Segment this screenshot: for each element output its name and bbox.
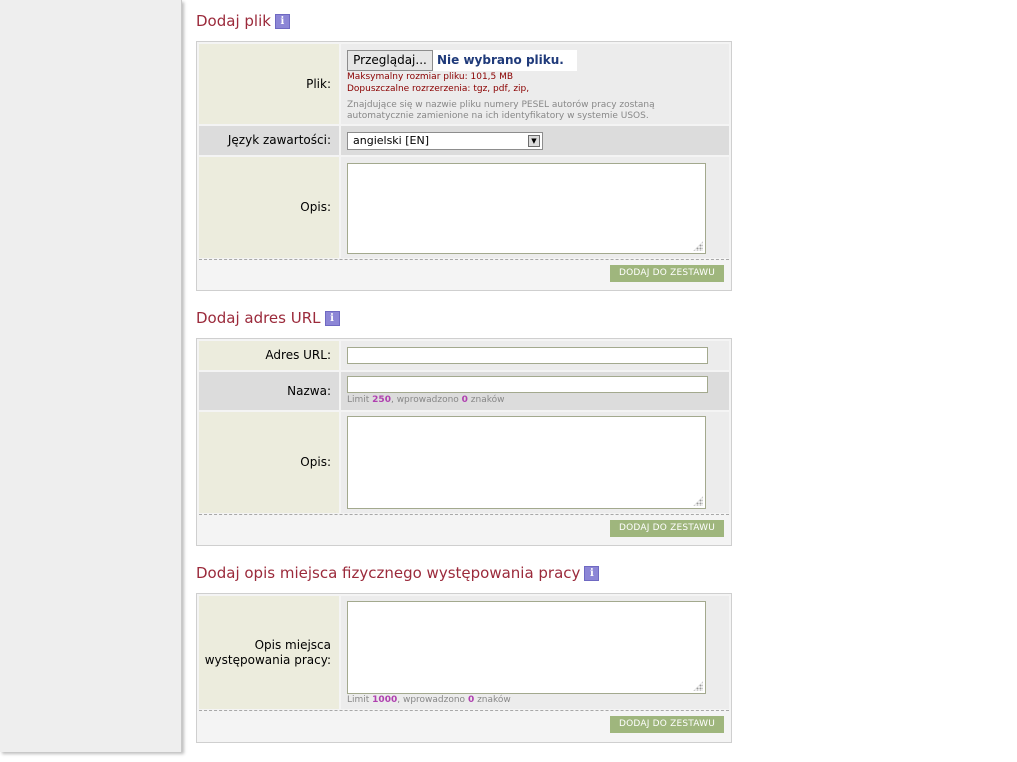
language-value-cell: angielski [EN] ▼ <box>341 126 729 155</box>
file-label: Plik: <box>199 44 339 124</box>
name-limit-hint: Limit 250, wprowadzono 0 znaków <box>347 395 505 405</box>
name-row: Nazwa: Limit 250, wprowadzono 0 znaków <box>199 372 729 410</box>
url-desc-label: Opis: <box>199 412 339 513</box>
url-desc-row: Opis: <box>199 412 729 513</box>
resize-grip-icon[interactable] <box>693 681 703 691</box>
file-desc-cell <box>341 157 729 258</box>
place-form-panel: Opis miejsca występowania pracy: Limit 1… <box>196 593 732 743</box>
place-desc-row: Opis miejsca występowania pracy: Limit 1… <box>199 596 729 709</box>
divider <box>199 514 729 515</box>
place-section-title-text: Dodaj opis miejsca fizycznego występowan… <box>196 564 581 582</box>
add-url-button[interactable]: DODAJ DO ZESTAWU <box>610 520 724 537</box>
name-label: Nazwa: <box>199 372 339 410</box>
left-sidebar <box>0 0 182 752</box>
place-desc-textarea[interactable] <box>347 601 706 694</box>
divider <box>199 710 729 711</box>
language-row: Język zawartości: angielski [EN] ▼ <box>199 126 729 155</box>
file-desc-textarea[interactable] <box>347 163 706 254</box>
place-limit-hint: Limit 1000, wprowadzono 0 znaków <box>347 695 511 705</box>
place-desc-label: Opis miejsca występowania pracy: <box>199 596 339 709</box>
url-cell <box>341 341 729 370</box>
max-size-note: Maksymalny rozmiar pliku: 101,5 MB <box>347 72 514 82</box>
add-place-button[interactable]: DODAJ DO ZESTAWU <box>610 716 724 733</box>
url-form-panel: Adres URL: Nazwa: Limit 250, wprowadzono… <box>196 338 732 546</box>
language-label: Język zawartości: <box>199 126 339 155</box>
file-value-cell: Przeglądaj... Nie wybrano pliku. Maksyma… <box>341 44 729 124</box>
info-icon[interactable]: i <box>324 311 340 326</box>
file-status-text: Nie wybrano pliku. <box>433 50 577 71</box>
file-desc-row: Opis: <box>199 157 729 258</box>
add-file-button[interactable]: DODAJ DO ZESTAWU <box>610 265 724 282</box>
language-select[interactable]: angielski [EN] ▼ <box>347 132 543 150</box>
pesel-note: Znajdujące się w nazwie pliku numery PES… <box>347 100 655 121</box>
file-section-title: Dodaj plik i <box>196 12 290 30</box>
file-desc-label: Opis: <box>199 157 339 258</box>
resize-grip-icon[interactable] <box>693 241 703 251</box>
name-input[interactable] <box>347 376 708 393</box>
file-row: Plik: Przeglądaj... Nie wybrano pliku. M… <box>199 44 729 124</box>
info-icon[interactable]: i <box>274 14 290 29</box>
url-desc-cell <box>341 412 729 513</box>
info-icon[interactable]: i <box>584 566 600 581</box>
resize-grip-icon[interactable] <box>693 496 703 506</box>
url-row: Adres URL: <box>199 341 729 370</box>
chevron-down-icon[interactable]: ▼ <box>528 135 540 147</box>
url-section-title: Dodaj adres URL i <box>196 309 340 327</box>
divider <box>199 259 729 260</box>
language-selected-value: angielski [EN] <box>353 134 429 147</box>
place-section-title: Dodaj opis miejsca fizycznego występowan… <box>196 564 600 582</box>
browse-button[interactable]: Przeglądaj... <box>347 50 433 71</box>
allowed-extensions-note: Dopuszczalne rozrzerzenia: tgz, pdf, zip… <box>347 84 530 94</box>
url-input[interactable] <box>347 347 708 364</box>
place-desc-cell: Limit 1000, wprowadzono 0 znaków <box>341 596 729 709</box>
url-label: Adres URL: <box>199 341 339 370</box>
url-section-title-text: Dodaj adres URL <box>196 309 321 327</box>
file-section-title-text: Dodaj plik <box>196 12 271 30</box>
url-desc-textarea[interactable] <box>347 416 706 509</box>
file-form-panel: Plik: Przeglądaj... Nie wybrano pliku. M… <box>196 41 732 291</box>
name-cell: Limit 250, wprowadzono 0 znaków <box>341 372 729 410</box>
